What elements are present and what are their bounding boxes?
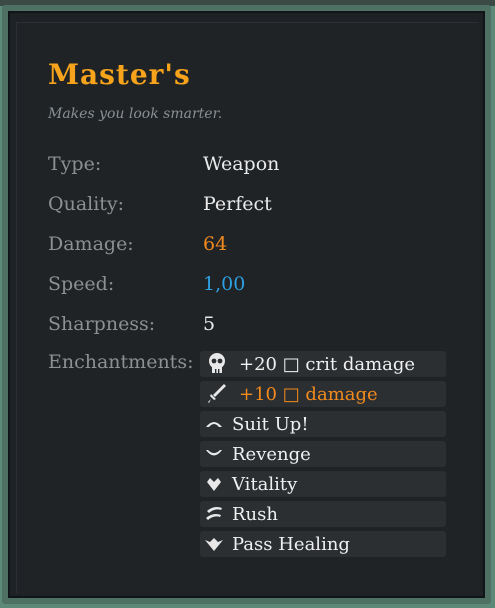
enchantment-rush[interactable]: Rush [200,501,446,527]
enchantment-text: Vitality [232,473,298,495]
enchantment-vitality[interactable]: Vitality [200,471,446,497]
stat-label: Quality: [48,193,125,215]
revenge-icon [203,443,225,465]
enchantment-pass-healing[interactable]: Pass Healing [200,531,446,557]
suit-up-icon [203,413,225,435]
skull-icon [203,353,231,375]
stat-value: 1,00 [203,273,246,295]
stat-label: Sharpness: [48,313,156,335]
vitality-icon [203,473,225,495]
stat-label: Damage: [48,233,134,255]
enchantment-text: Rush [232,503,278,525]
stat-label: Type: [48,153,102,175]
rush-icon [203,503,225,525]
enchantment-damage[interactable]: +10 □ damage [200,381,446,407]
stat-value: 5 [203,313,216,335]
stat-value: Perfect [203,193,272,215]
stat-label: Speed: [48,273,115,295]
stat-value: 64 [203,233,228,255]
item-title: Master's [48,58,191,91]
enchantment-suit-up[interactable]: Suit Up! [200,411,446,437]
enchantment-crit-damage[interactable]: +20 □ crit damage [200,351,446,377]
enchantment-text: Revenge [232,443,311,465]
enchantment-text: Suit Up! [232,413,309,435]
enchantment-text: +20 □ crit damage [239,353,416,375]
pass-healing-icon [203,533,225,555]
item-description: Makes you look smarter. [48,106,223,122]
enchantment-text: Pass Healing [232,533,350,555]
enchantments-label: Enchantments: [48,351,194,373]
sword-icon [203,383,231,405]
stat-value: Weapon [203,153,280,175]
enchantment-text: +10 □ damage [239,383,378,405]
enchantment-revenge[interactable]: Revenge [200,441,446,467]
